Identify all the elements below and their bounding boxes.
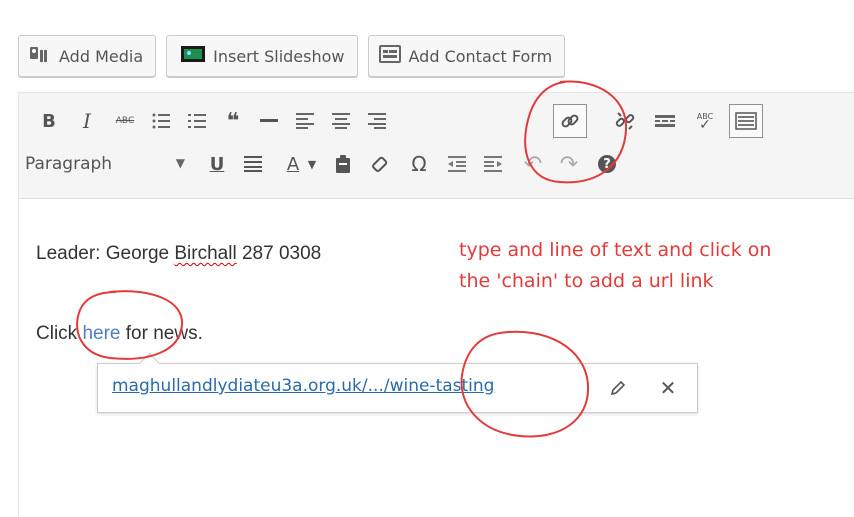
insert-slideshow-button[interactable]: Insert Slideshow	[166, 35, 358, 77]
strikethrough-button[interactable]: ABC	[107, 103, 143, 139]
redo-icon: ↷	[559, 151, 579, 177]
remove-link-button[interactable]: ✕	[654, 374, 682, 402]
edit-link-button[interactable]	[604, 374, 632, 402]
horizontal-line-button[interactable]	[251, 103, 287, 139]
italic-button[interactable]: I	[69, 103, 105, 139]
slideshow-icon	[181, 45, 206, 67]
blockquote-icon: ❝	[226, 108, 240, 134]
justify-icon	[244, 156, 262, 172]
read-more-icon	[655, 115, 675, 127]
annotation-note: type and line of text and click on the '…	[459, 235, 854, 297]
numbered-list-button[interactable]	[179, 103, 215, 139]
redo-button[interactable]: ↷	[551, 146, 587, 182]
content-line-news: Click here for news.	[36, 323, 203, 345]
help-icon-glyph: ?	[603, 156, 611, 172]
line1-suffix: 287 0308	[236, 243, 322, 264]
format-select[interactable]: Paragraph ▼	[25, 146, 195, 182]
text-color-label: A	[286, 153, 300, 175]
indent-button[interactable]	[475, 146, 511, 182]
outdent-button[interactable]	[439, 146, 475, 182]
format-select-value: Paragraph	[25, 154, 113, 174]
link-popup-url[interactable]: maghullandlydiateu3a.org.uk/.../wine-tas…	[112, 376, 494, 396]
contact-form-icon	[378, 45, 401, 67]
indent-icon	[484, 156, 502, 172]
editor-content[interactable]: Leader: George Birchall 287 0308 Click h…	[18, 198, 854, 517]
link-popup: maghullandlydiateu3a.org.uk/.../wine-tas…	[97, 352, 698, 413]
media-icon	[29, 45, 51, 67]
paste-text-button[interactable]	[325, 146, 361, 182]
pencil-icon	[610, 380, 626, 396]
strikethrough-label: ABC	[115, 116, 135, 126]
underline-label: U	[209, 153, 225, 175]
omega-icon: Ω	[411, 152, 427, 176]
align-left-button[interactable]	[287, 103, 323, 139]
bold-button[interactable]: B	[31, 103, 67, 139]
undo-icon: ↶	[523, 151, 543, 177]
spellcheck-button[interactable]: ABC ✓	[687, 103, 723, 139]
keyboard-icon	[735, 112, 757, 130]
misspelled-word: Birchall	[174, 243, 237, 264]
justify-button[interactable]	[235, 146, 271, 182]
bullet-list-button[interactable]	[143, 103, 179, 139]
chevron-down-icon: ▼	[307, 157, 317, 171]
help-button[interactable]: ?	[589, 146, 625, 182]
help-icon: ?	[598, 155, 616, 173]
bullet-list-icon	[152, 113, 170, 129]
add-media-label: Add Media	[59, 46, 144, 66]
horizontal-line-icon	[260, 119, 278, 122]
special-character-button[interactable]: Ω	[401, 146, 437, 182]
add-contact-form-label: Add Contact Form	[408, 46, 553, 66]
bold-label: B	[42, 110, 56, 132]
clipboard-icon	[336, 155, 350, 173]
line2-suffix: for news.	[120, 323, 203, 344]
outdent-icon	[448, 156, 466, 172]
content-line-leader: Leader: George Birchall 287 0308	[36, 243, 321, 265]
numbered-list-icon	[188, 114, 206, 128]
align-center-button[interactable]	[323, 103, 359, 139]
add-contact-form-button[interactable]: Add Contact Form	[367, 35, 566, 77]
insert-link-button[interactable]	[553, 104, 587, 138]
undo-button[interactable]: ↶	[515, 146, 551, 182]
text-color-dropdown[interactable]: ▼	[303, 146, 321, 182]
underline-button[interactable]: U	[199, 146, 235, 182]
unlink-icon	[615, 112, 635, 130]
link-chain-icon	[561, 114, 579, 128]
annotation-line-2: the 'chain' to add a url link	[459, 270, 714, 292]
italic-label: I	[83, 109, 91, 133]
add-media-button[interactable]: Add Media	[18, 35, 157, 77]
align-right-icon	[368, 113, 386, 129]
eraser-icon	[372, 156, 388, 172]
spellcheck-check-icon: ✓	[699, 117, 711, 133]
align-center-icon	[332, 113, 350, 129]
line2-prefix: Click	[36, 323, 83, 344]
clear-formatting-button[interactable]	[363, 146, 399, 182]
insert-slideshow-label: Insert Slideshow	[213, 46, 345, 66]
toolbar-toggle-button[interactable]	[729, 104, 763, 138]
blockquote-button[interactable]: ❝	[215, 103, 251, 139]
read-more-button[interactable]	[647, 103, 683, 139]
annotation-line-1: type and line of text and click on	[459, 239, 772, 261]
popup-arrow	[138, 352, 161, 375]
content-link[interactable]: here	[82, 323, 120, 344]
media-buttons-row: Add Media Insert Slideshow Add Contact F…	[18, 35, 566, 79]
editor-toolbar: B I ABC ❝ ABC ✓ Paragraph ▼ U A ▼ Ω ↶ ↷ …	[19, 93, 854, 199]
align-left-icon	[296, 113, 314, 129]
unlink-button[interactable]	[607, 103, 643, 139]
line1-prefix: Leader: George	[36, 243, 175, 264]
align-right-button[interactable]	[359, 103, 395, 139]
chevron-down-icon: ▼	[175, 156, 185, 170]
close-icon: ✕	[659, 376, 677, 400]
